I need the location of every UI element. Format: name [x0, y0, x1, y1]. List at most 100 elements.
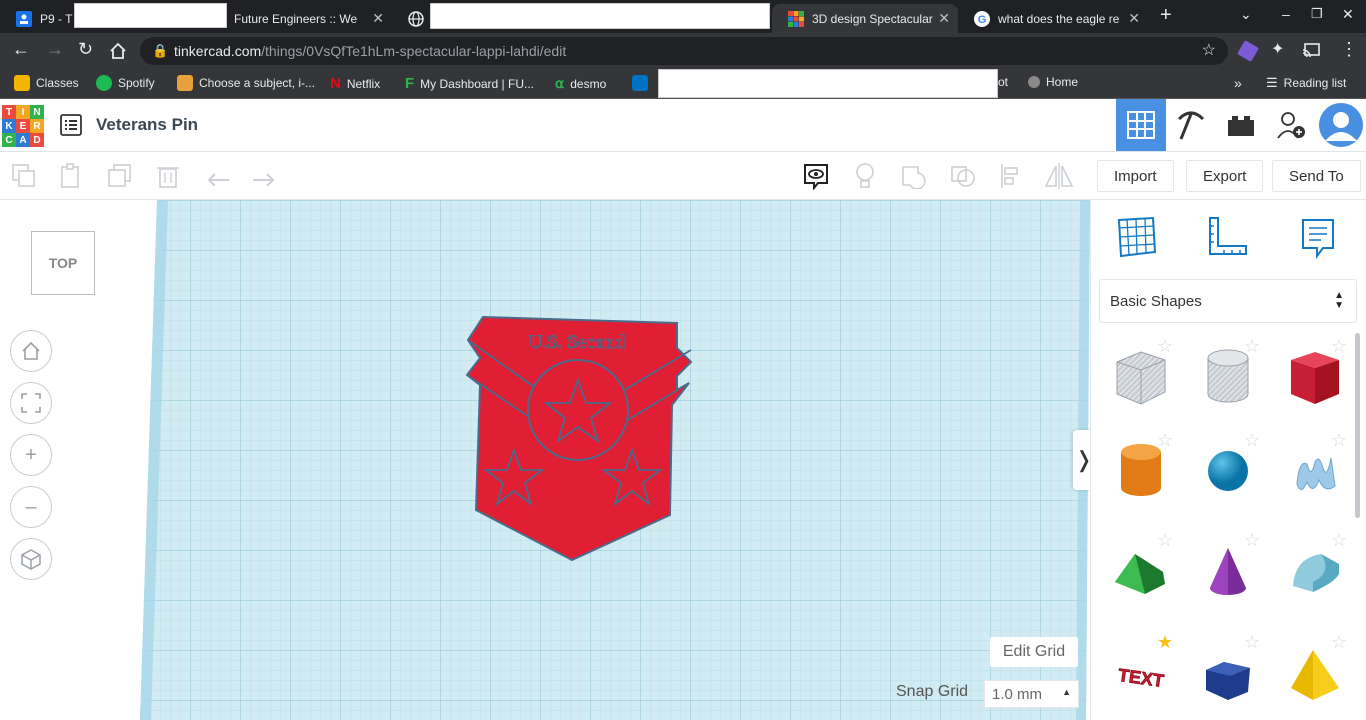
bricks-button[interactable]: [1216, 99, 1266, 151]
extension-icon[interactable]: [1237, 40, 1259, 62]
bookmark-item[interactable]: ot: [998, 75, 1008, 89]
bookmark-item[interactable]: F My Dashboard | FU...: [405, 75, 534, 92]
address-bar[interactable]: 🔒 tinkercad.com/things/0VsQfTe1hLm-spect…: [140, 37, 1228, 65]
maximize-icon[interactable]: ❐: [1311, 6, 1323, 22]
3d-view-button[interactable]: [1116, 99, 1166, 151]
group-icon[interactable]: [898, 160, 930, 192]
bookmark-item[interactable]: [632, 75, 648, 91]
favorite-star-icon[interactable]: ☆: [1244, 336, 1260, 357]
undo-icon[interactable]: [202, 160, 234, 192]
bookmark-item[interactable]: Home: [1028, 75, 1078, 89]
close-icon[interactable]: ✕: [938, 10, 950, 27]
design-list-icon[interactable]: [60, 114, 82, 136]
avatar-icon: [1319, 103, 1363, 147]
paste-icon[interactable]: [55, 160, 87, 192]
invite-button[interactable]: [1266, 99, 1316, 151]
mirror-icon[interactable]: [1043, 160, 1075, 192]
favorite-star-icon[interactable]: ☆: [1244, 632, 1260, 653]
text-icon[interactable]: TEXT: [1111, 644, 1171, 704]
menu-dots-icon[interactable]: ⋮: [1340, 39, 1358, 60]
puzzle-icon[interactable]: ✦: [1271, 39, 1284, 59]
fit-icon: [21, 393, 41, 413]
logo-letter: E: [16, 119, 30, 133]
zoom-out-button[interactable]: –: [10, 486, 52, 528]
minus-icon: –: [25, 495, 37, 518]
redo-icon[interactable]: [248, 160, 280, 192]
send-to-button[interactable]: Send To: [1272, 160, 1361, 192]
view-cube[interactable]: TOP: [31, 231, 95, 295]
zoom-in-button[interactable]: +: [10, 434, 52, 476]
more-bookmarks[interactable]: »: [1234, 75, 1242, 91]
copy-icon[interactable]: [8, 160, 40, 192]
round-roof-icon[interactable]: [1285, 542, 1345, 602]
favorite-star-icon[interactable]: ☆: [1244, 430, 1260, 451]
lightbulb-icon[interactable]: [849, 160, 881, 192]
cone-icon[interactable]: [1198, 542, 1258, 602]
shape-category-select[interactable]: Basic Shapes ▲ ▼: [1099, 279, 1357, 323]
favorite-star-icon[interactable]: ☆: [1157, 430, 1173, 451]
favorite-star-icon[interactable]: ☆: [1244, 530, 1260, 551]
ungroup-icon[interactable]: [947, 160, 979, 192]
notes-icon[interactable]: [1295, 214, 1341, 260]
bookmark-item[interactable]: ⍺ desmo: [555, 75, 606, 92]
align-icon[interactable]: [996, 160, 1028, 192]
favorite-star-icon[interactable]: ☆: [1157, 336, 1173, 357]
blocks-button[interactable]: [1166, 99, 1216, 151]
workplane-grid[interactable]: U.S. Second: [140, 200, 1090, 720]
roof-icon[interactable]: [1111, 542, 1171, 602]
home-view-button[interactable]: [10, 330, 52, 372]
bookmark-item[interactable]: Classes: [14, 75, 79, 91]
favorite-star-icon[interactable]: ☆: [1331, 430, 1347, 451]
design-title[interactable]: Veterans Pin: [96, 115, 198, 135]
shapes-panel: Basic Shapes ▲ ▼ ☆ ☆ ☆ ☆ ☆ ☆ ☆ ☆ ☆ TEXT ★…: [1090, 200, 1366, 720]
favorite-star-icon[interactable]: ☆: [1331, 530, 1347, 551]
tab-search-icon[interactable]: ⌄: [1240, 6, 1252, 23]
new-tab-icon[interactable]: +: [1160, 4, 1172, 27]
close-icon[interactable]: ✕: [372, 10, 384, 27]
tinkercad-logo[interactable]: T I N K E R C A D: [2, 105, 46, 147]
bookmark-item[interactable]: Spotify: [96, 75, 155, 91]
import-button[interactable]: Import: [1097, 160, 1174, 192]
browser-tab[interactable]: G what does the eagle re ✕: [958, 4, 1148, 33]
scrollbar[interactable]: [1355, 333, 1360, 518]
edit-grid-button[interactable]: Edit Grid: [990, 637, 1078, 667]
reading-list[interactable]: ☰ Reading list: [1266, 75, 1346, 91]
workplane[interactable]: U.S. Second: [140, 200, 1090, 720]
window-close-icon[interactable]: ✕: [1342, 6, 1354, 23]
close-icon[interactable]: ✕: [1128, 10, 1140, 27]
cast-icon[interactable]: [1302, 43, 1320, 59]
google-icon: G: [974, 10, 990, 27]
view-cube-label: TOP: [48, 255, 78, 271]
snap-grid-value: 1.0 mm: [992, 685, 1043, 703]
browser-tab[interactable]: Future Engineers :: We ✕: [232, 4, 392, 33]
netflix-icon: N: [330, 75, 341, 92]
caret-up-icon: ▲: [1062, 687, 1071, 697]
delete-icon[interactable]: [152, 160, 184, 192]
favorite-star-icon[interactable]: ☆: [1157, 530, 1173, 551]
home-icon[interactable]: [109, 42, 127, 60]
duplicate-icon[interactable]: [104, 160, 136, 192]
export-button[interactable]: Export: [1186, 160, 1264, 192]
fit-view-button[interactable]: [10, 382, 52, 424]
polygon-icon[interactable]: [1198, 644, 1258, 704]
bookmark-item[interactable]: N Netflix: [330, 75, 380, 92]
ruler-icon[interactable]: [1204, 214, 1250, 260]
browser-tab-active[interactable]: 3D design Spectacular ✕: [772, 4, 958, 33]
bookmark-star-icon[interactable]: ☆: [1202, 37, 1216, 65]
snap-grid-select[interactable]: 1.0 mm ▲: [984, 680, 1079, 708]
reload-icon[interactable]: ↻: [78, 39, 93, 60]
back-icon[interactable]: ←: [12, 39, 30, 60]
favorite-star-icon[interactable]: ☆: [1331, 632, 1347, 653]
workplane-tool-icon[interactable]: [1113, 214, 1159, 260]
bookmark-item[interactable]: Choose a subject, i-...: [177, 75, 315, 91]
notes-visibility-icon[interactable]: [800, 160, 832, 192]
favorite-star-active-icon[interactable]: ★: [1157, 632, 1173, 653]
favorite-star-icon[interactable]: ☆: [1331, 336, 1347, 357]
lock-icon: 🔒: [152, 43, 169, 58]
minimize-icon[interactable]: –: [1282, 6, 1290, 22]
perspective-button[interactable]: [10, 538, 52, 580]
forward-icon[interactable]: →: [46, 39, 64, 60]
edit-toolbar: Import Export Send To: [0, 152, 1366, 200]
user-avatar[interactable]: [1316, 99, 1366, 151]
pyramid-icon[interactable]: [1285, 644, 1345, 704]
